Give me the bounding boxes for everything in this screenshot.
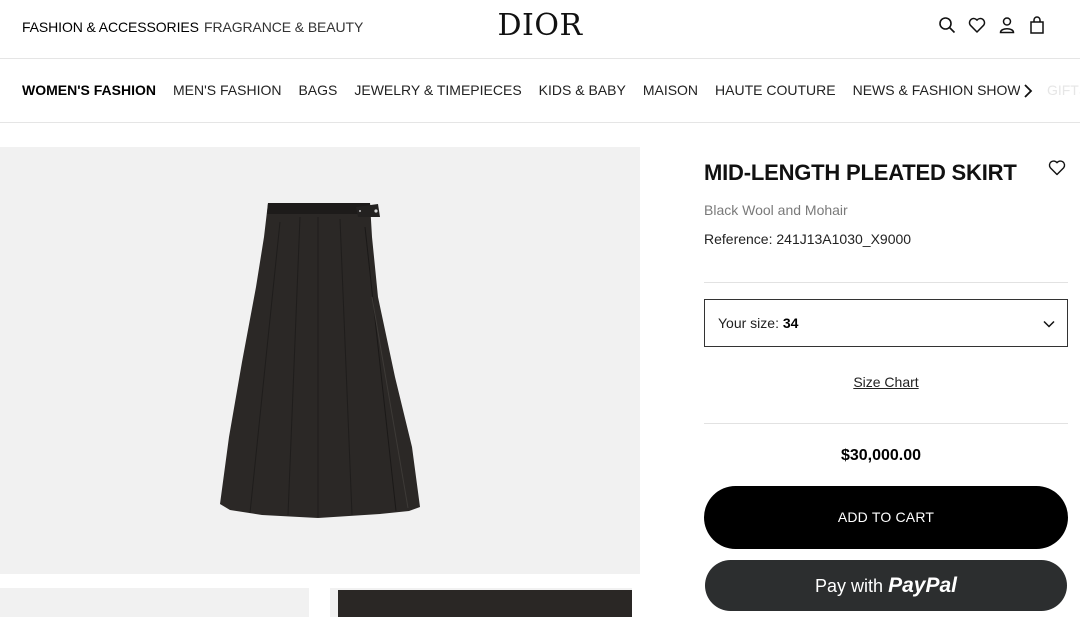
category-list: WOMEN'S FASHION MEN'S FASHION BAGS JEWEL… bbox=[22, 82, 1080, 98]
product-material: Black Wool and Mohair bbox=[704, 202, 848, 218]
category-nav: WOMEN'S FASHION MEN'S FASHION BAGS JEWEL… bbox=[0, 60, 1080, 123]
thumbnail-1[interactable] bbox=[0, 588, 309, 617]
category-mens-fashion[interactable]: MEN'S FASHION bbox=[173, 82, 281, 98]
size-select-label: Your size: 34 bbox=[718, 315, 798, 331]
category-maison[interactable]: MAISON bbox=[643, 82, 698, 98]
add-to-cart-button[interactable]: ADD TO CART bbox=[704, 486, 1068, 549]
category-gifts[interactable]: GIFTS & bbox=[1047, 82, 1080, 98]
size-label: Your size: bbox=[718, 315, 779, 331]
thumbnail-2[interactable] bbox=[330, 588, 632, 617]
user-icon[interactable] bbox=[998, 16, 1016, 34]
paypal-button[interactable]: Pay with PayPal bbox=[705, 560, 1067, 611]
wishlist-heart-icon[interactable] bbox=[1048, 159, 1066, 176]
header-icons bbox=[938, 16, 1046, 34]
fabric-detail-image bbox=[338, 590, 632, 617]
category-news-fashion-shows[interactable]: NEWS & FASHION SHOWS bbox=[853, 82, 1030, 98]
category-haute-couture[interactable]: HAUTE COUTURE bbox=[715, 82, 836, 98]
reference-value: 241J13A1030_X9000 bbox=[776, 231, 912, 247]
category-kids-baby[interactable]: KIDS & BABY bbox=[539, 82, 626, 98]
size-value: 34 bbox=[782, 315, 799, 331]
paypal-logo: PayPal bbox=[888, 574, 957, 597]
chevron-down-icon bbox=[1042, 317, 1056, 331]
size-select[interactable]: Your size: 34 bbox=[704, 299, 1068, 347]
search-icon[interactable] bbox=[938, 16, 956, 34]
brand-logo[interactable]: DIOR bbox=[0, 8, 1080, 43]
chevron-right-icon[interactable] bbox=[1020, 82, 1036, 100]
size-chart-link[interactable]: Size Chart bbox=[704, 374, 1068, 390]
category-jewelry-timepieces[interactable]: JEWELRY & TIMEPIECES bbox=[354, 82, 521, 98]
product-price: $30,000.00 bbox=[840, 447, 922, 464]
top-bar: FASHION & ACCESSORIES FRAGRANCE & BEAUTY… bbox=[0, 0, 1080, 59]
bag-icon[interactable] bbox=[1028, 16, 1046, 34]
divider bbox=[704, 423, 1068, 424]
heart-icon[interactable] bbox=[968, 16, 986, 34]
category-bags[interactable]: BAGS bbox=[298, 82, 337, 98]
category-womens-fashion[interactable]: WOMEN'S FASHION bbox=[22, 82, 156, 98]
product-image[interactable] bbox=[0, 147, 640, 574]
skirt-image bbox=[220, 203, 420, 518]
product-title: MID-LENGTH PLEATED SKIRT bbox=[704, 160, 1017, 185]
divider bbox=[704, 282, 1068, 283]
paypal-prefix: Pay with bbox=[815, 576, 884, 596]
reference-label: Reference: bbox=[704, 231, 773, 247]
product-reference: Reference: 241J13A1030_X9000 bbox=[704, 231, 911, 247]
